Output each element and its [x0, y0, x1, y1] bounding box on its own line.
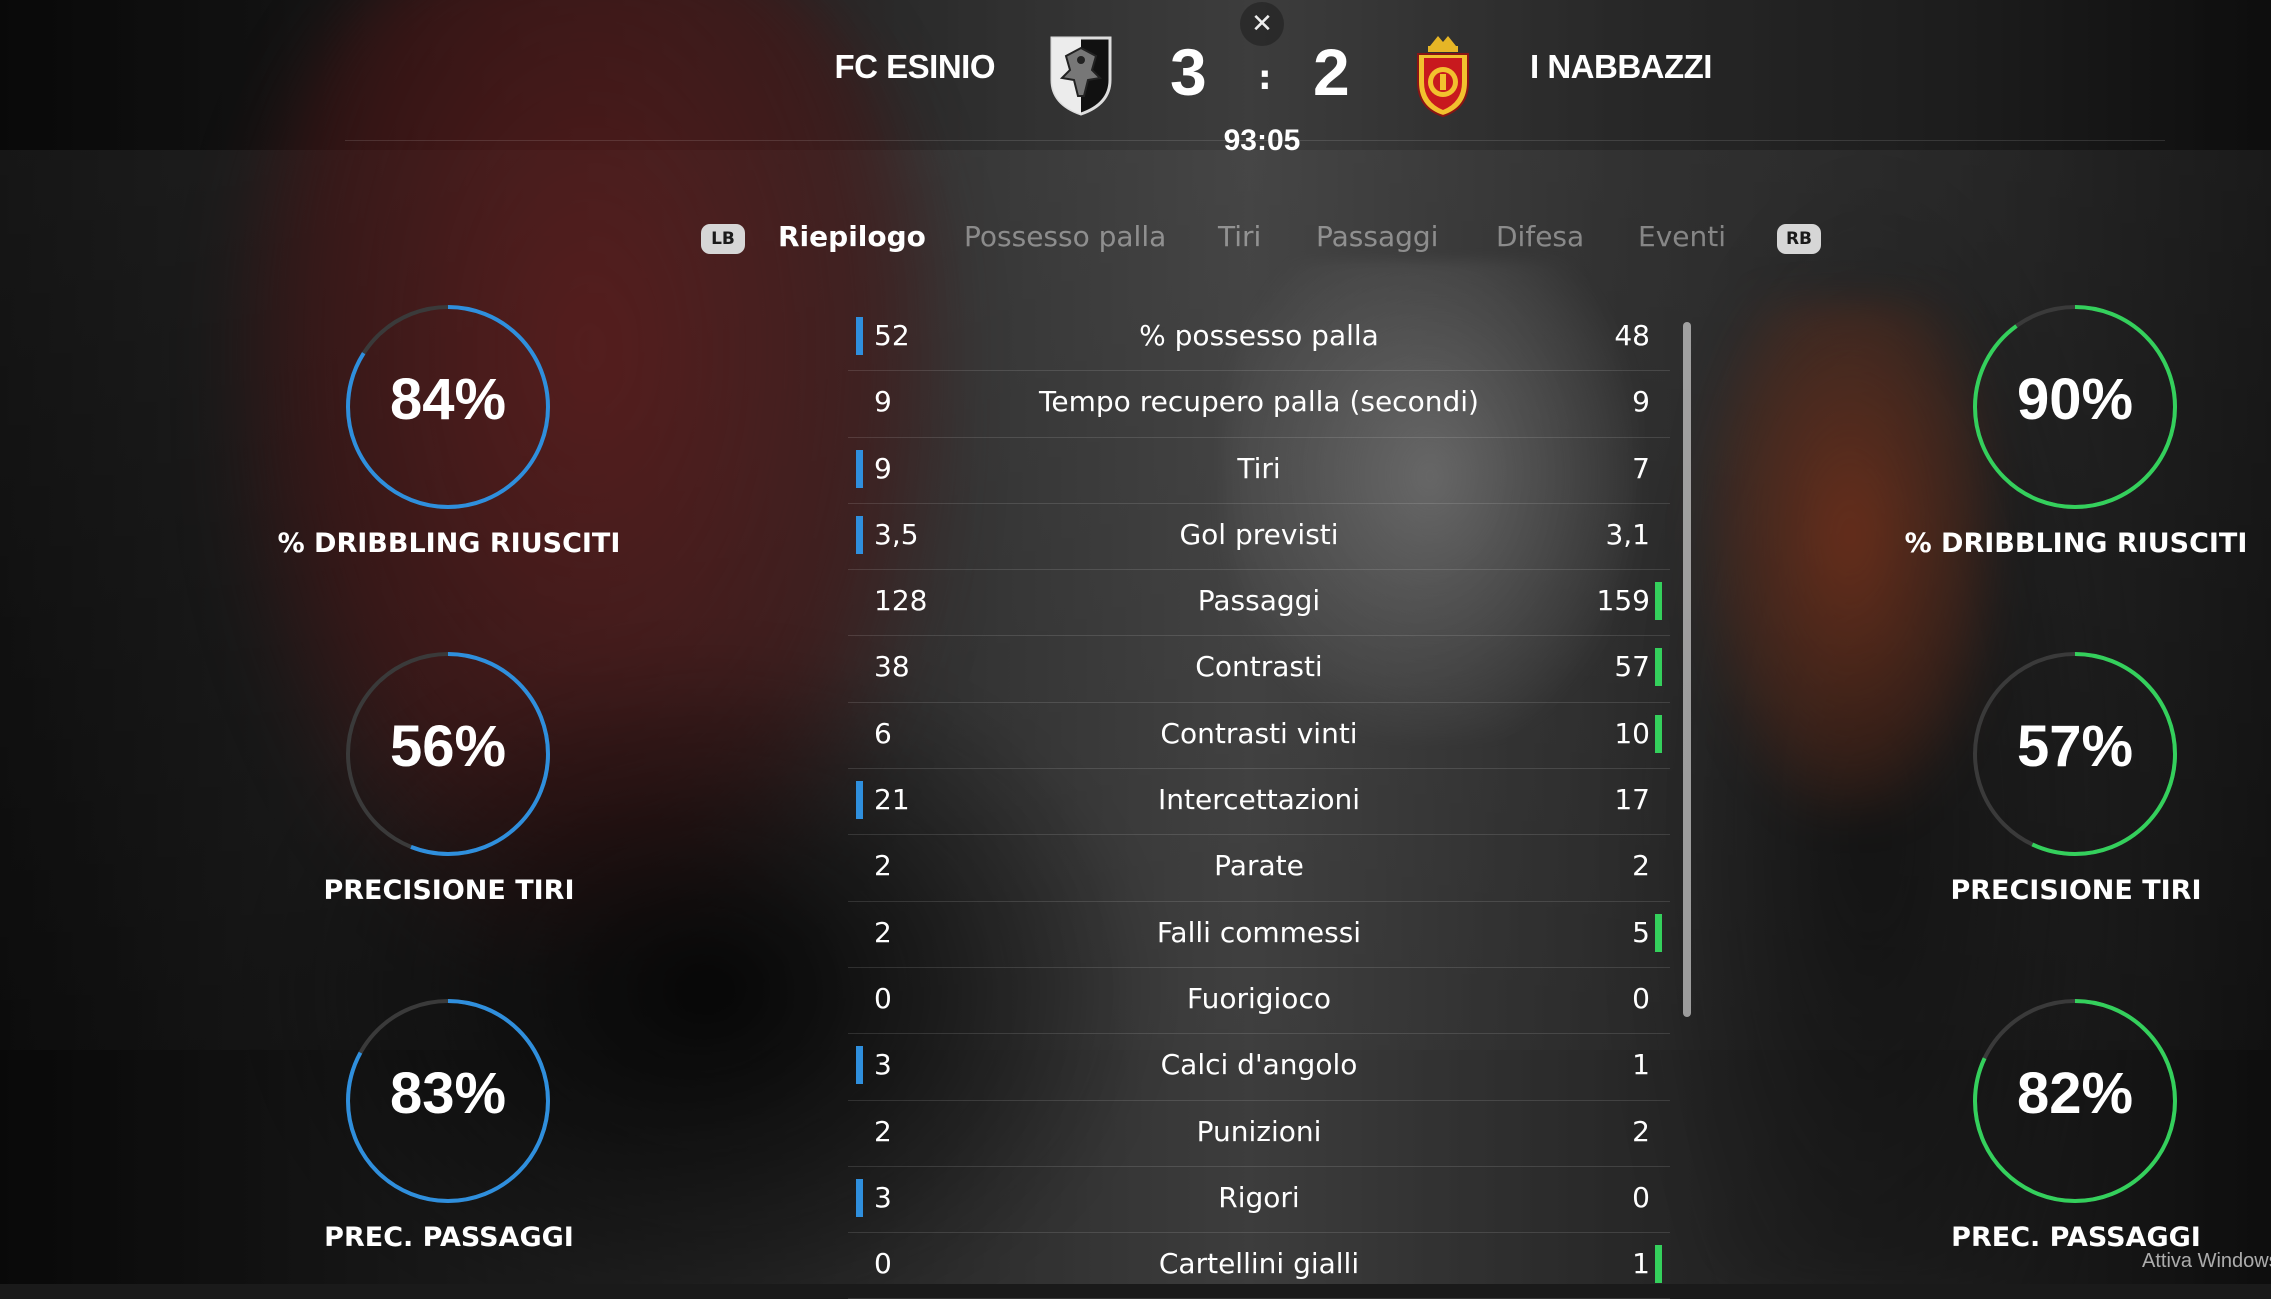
stat-label: Contrasti: [1195, 650, 1323, 684]
rb-bumper-icon[interactable]: RB: [1777, 224, 1821, 254]
away-shot-accuracy-ring: 57%: [1970, 649, 2180, 859]
stat-row: 0 Fuorigioco 0: [848, 968, 1670, 1035]
away-team-name: I NABBAZZI: [1530, 48, 1712, 85]
home-dribbling-ring: 84%: [343, 302, 553, 512]
stat-label: Fuorigioco: [1187, 981, 1331, 1015]
stat-row: 9 Tiri 7: [848, 438, 1670, 504]
tab-tiri[interactable]: Tiri: [1218, 220, 1261, 253]
away-pass-accuracy-value: 82%: [2016, 1061, 2134, 1126]
stat-row: 21 Intercettazioni 17: [848, 769, 1670, 836]
tab-passaggi[interactable]: Passaggi: [1316, 220, 1438, 253]
away-pass-accuracy-label: PREC. PASSAGGI: [1951, 1222, 2201, 1253]
stats-scrollbar[interactable]: [1683, 322, 1691, 1017]
tab-eventi[interactable]: Eventi: [1638, 220, 1726, 253]
stat-row: 2 Parate 2: [848, 835, 1670, 902]
stat-away-value: 48: [1614, 319, 1650, 352]
tab-difesa[interactable]: Difesa: [1496, 220, 1584, 253]
away-pass-accuracy-ring: 82%: [1970, 996, 2180, 1206]
stat-row: 9 Tempo recupero palla (secondi) 9: [848, 371, 1670, 438]
stat-label: Calci d'angolo: [1160, 1048, 1358, 1082]
home-shot-accuracy-ring: 56%: [343, 649, 553, 859]
stat-row: 128 Passaggi 159: [848, 570, 1670, 637]
stat-row: 3,5 Gol previsti 3,1: [848, 504, 1670, 571]
home-shot-accuracy-value: 56%: [389, 714, 507, 779]
stat-away-value: 57: [1614, 650, 1650, 684]
stat-label: Punizioni: [1196, 1114, 1322, 1148]
stat-label: Tempo recupero palla (secondi): [1039, 385, 1479, 419]
lb-bumper-icon[interactable]: LB: [701, 224, 745, 254]
away-dribbling-label: % DRIBBLING RIUSCITI: [1904, 528, 2248, 559]
home-pass-accuracy-label: PREC. PASSAGGI: [324, 1222, 574, 1253]
stat-away-value: 2: [1632, 1114, 1650, 1148]
stat-row: 3 Calci d'angolo 1: [848, 1034, 1670, 1101]
stat-label: Tiri: [1237, 451, 1281, 485]
tab-riepilogo[interactable]: Riepilogo: [778, 220, 926, 253]
away-score: 2: [1313, 35, 1350, 109]
stat-away-value: 17: [1614, 783, 1650, 817]
stat-label: Contrasti vinti: [1160, 716, 1358, 750]
stat-away-value: 3,1: [1605, 517, 1650, 551]
stat-away-value: 10: [1614, 716, 1650, 750]
stat-away-value: 0: [1632, 1180, 1650, 1214]
home-shot-accuracy-label: PRECISIONE TIRI: [323, 875, 575, 906]
stats-table: 5 2 % possesso palla 48 9 Tempo recupero pall…: [848, 305, 1670, 1299]
close-icon: ✕: [1251, 9, 1273, 39]
stat-away-value: 2: [1632, 849, 1650, 883]
home-dribbling-value: 84%: [389, 367, 507, 432]
stat-label: Parate: [1214, 849, 1304, 883]
stat-label: Rigori: [1218, 1180, 1300, 1214]
stat-away-value: 159: [1596, 584, 1650, 618]
stat-away-value: 1: [1632, 1048, 1650, 1082]
stat-row: 3 Rigori 0: [848, 1167, 1670, 1234]
home-dribbling-label: % DRIBBLING RIUSCITI: [277, 528, 621, 559]
stat-away-value: 9: [1632, 385, 1650, 419]
windows-activation-watermark: Attiva Windows: [2142, 1250, 2271, 1272]
stat-label: Intercettazioni: [1158, 783, 1360, 817]
tab-possesso-palla[interactable]: Possesso palla: [964, 220, 1166, 253]
home-pass-accuracy-ring: 83%: [343, 996, 553, 1206]
away-shot-accuracy-label: PRECISIONE TIRI: [1950, 875, 2202, 906]
stat-row: 2 Falli commessi 5: [848, 902, 1670, 968]
away-dribbling-value: 90%: [2016, 367, 2134, 432]
match-clock: 93:05: [1223, 124, 1301, 157]
home-score: 3: [1170, 35, 1207, 109]
stat-label: Gol previsti: [1179, 517, 1339, 551]
away-team-crest: [1417, 36, 1469, 118]
away-shot-accuracy-value: 57%: [2016, 714, 2134, 779]
stat-row: 0 Cartellini gialli 1: [848, 1233, 1670, 1299]
home-pass-accuracy-value: 83%: [389, 1061, 507, 1126]
stat-label: Falli commessi: [1156, 915, 1362, 949]
stat-row: 52% possesso palla 48: [848, 305, 1670, 372]
stat-row: 6 Contrasti vinti 10: [848, 703, 1670, 770]
stat-label: Cartellini gialli: [1158, 1247, 1360, 1281]
stats-tab-bar: LB Riepilogo Possesso palla Tiri Passagg…: [0, 216, 2271, 256]
score-separator: :: [1258, 58, 1272, 98]
stat-label: % possesso palla: [1139, 319, 1379, 352]
stat-away-value: 1: [1632, 1247, 1650, 1281]
away-dribbling-ring: 90%: [1970, 302, 2180, 512]
stat-row: 2 Punizioni 2: [848, 1101, 1670, 1167]
home-team-name: FC ESINIO: [834, 48, 995, 85]
stat-label: Passaggi: [1197, 584, 1321, 618]
stat-away-value: 0: [1632, 981, 1650, 1015]
stat-away-value: 7: [1632, 451, 1650, 485]
stat-row: 38 Contrasti 57: [848, 636, 1670, 703]
home-team-crest: [1050, 36, 1112, 116]
close-button[interactable]: ✕: [1240, 2, 1284, 46]
stat-away-value: 5: [1632, 915, 1650, 949]
